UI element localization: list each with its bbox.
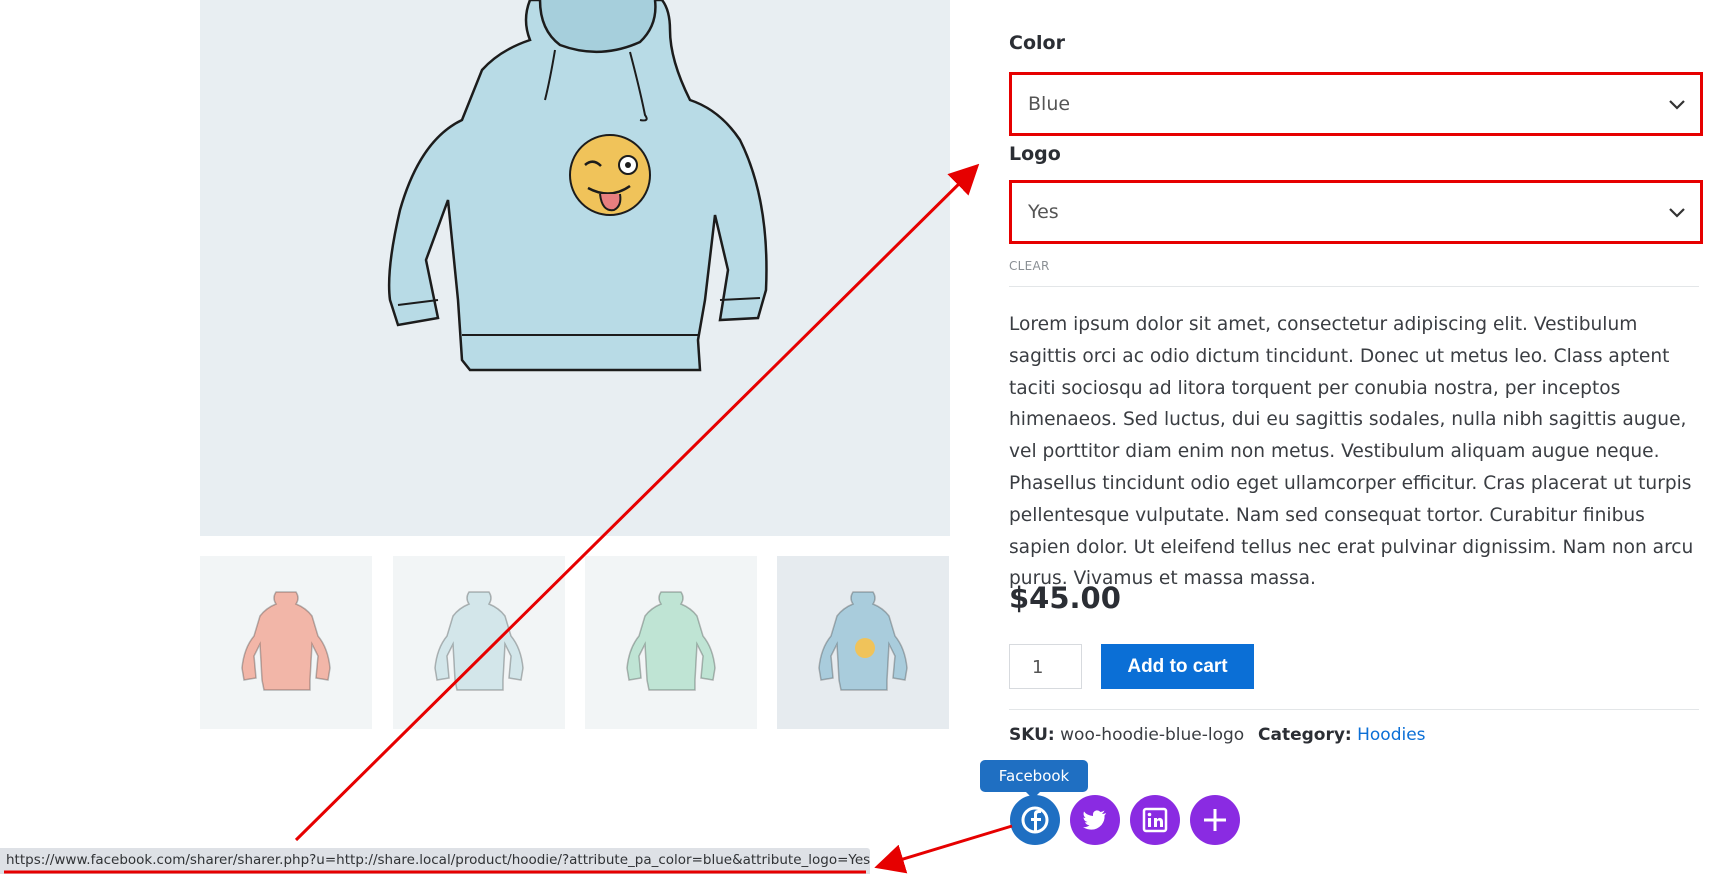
divider <box>1009 709 1699 710</box>
linkedin-icon <box>1130 795 1180 845</box>
category-link[interactable]: Hoodies <box>1357 725 1425 745</box>
color-select-value: Blue <box>1028 93 1071 115</box>
quantity-input[interactable]: 1 <box>1009 644 1082 689</box>
category-meta: Category: Hoodies <box>1258 725 1426 745</box>
color-select[interactable]: Blue <box>1009 72 1703 136</box>
browser-status-bar: https://www.facebook.com/sharer/sharer.p… <box>0 848 870 874</box>
product-price: $45.00 <box>1009 581 1121 615</box>
category-label: Category: <box>1258 725 1352 745</box>
annotation-arrow <box>874 824 1013 874</box>
plus-icon <box>1190 795 1240 845</box>
color-label: Color <box>1009 32 1065 54</box>
status-url: https://www.facebook.com/sharer/sharer.p… <box>6 852 871 868</box>
hoodie-light-blue-icon <box>434 591 524 691</box>
logo-select[interactable]: Yes <box>1009 180 1703 244</box>
hoodie-green-icon <box>626 591 716 691</box>
facebook-icon <box>1010 795 1060 845</box>
logo-label: Logo <box>1009 143 1061 165</box>
gallery-thumbnail[interactable] <box>585 556 757 729</box>
quantity-value: 1 <box>1032 657 1044 678</box>
share-more-button[interactable] <box>1190 795 1240 845</box>
gallery-thumbnail[interactable] <box>200 556 372 729</box>
sku-meta: SKU: woo-hoodie-blue-logo <box>1009 725 1244 745</box>
share-linkedin-button[interactable] <box>1130 795 1180 845</box>
divider <box>1009 286 1699 287</box>
hoodie-pink-icon <box>241 591 331 691</box>
gallery-thumbnail[interactable] <box>777 556 949 729</box>
chevron-down-icon <box>1669 208 1685 218</box>
clear-link[interactable]: CLEAR <box>1009 259 1050 273</box>
logo-select-value: Yes <box>1028 201 1059 223</box>
gallery-thumbnail[interactable] <box>393 556 565 729</box>
add-to-cart-button[interactable]: Add to cart <box>1101 644 1254 689</box>
share-twitter-button[interactable] <box>1070 795 1120 845</box>
product-main-image[interactable] <box>200 0 950 536</box>
sku-label: SKU: <box>1009 725 1055 745</box>
facebook-tooltip: Facebook <box>980 760 1088 799</box>
product-description: Lorem ipsum dolor sit amet, consectetur … <box>1009 314 1694 590</box>
share-facebook-button[interactable] <box>1010 795 1060 845</box>
hoodie-blue-logo-icon <box>818 591 908 691</box>
sku-value: woo-hoodie-blue-logo <box>1060 725 1245 745</box>
twitter-icon <box>1070 795 1120 845</box>
hoodie-image <box>387 0 768 372</box>
chevron-down-icon <box>1669 100 1685 110</box>
